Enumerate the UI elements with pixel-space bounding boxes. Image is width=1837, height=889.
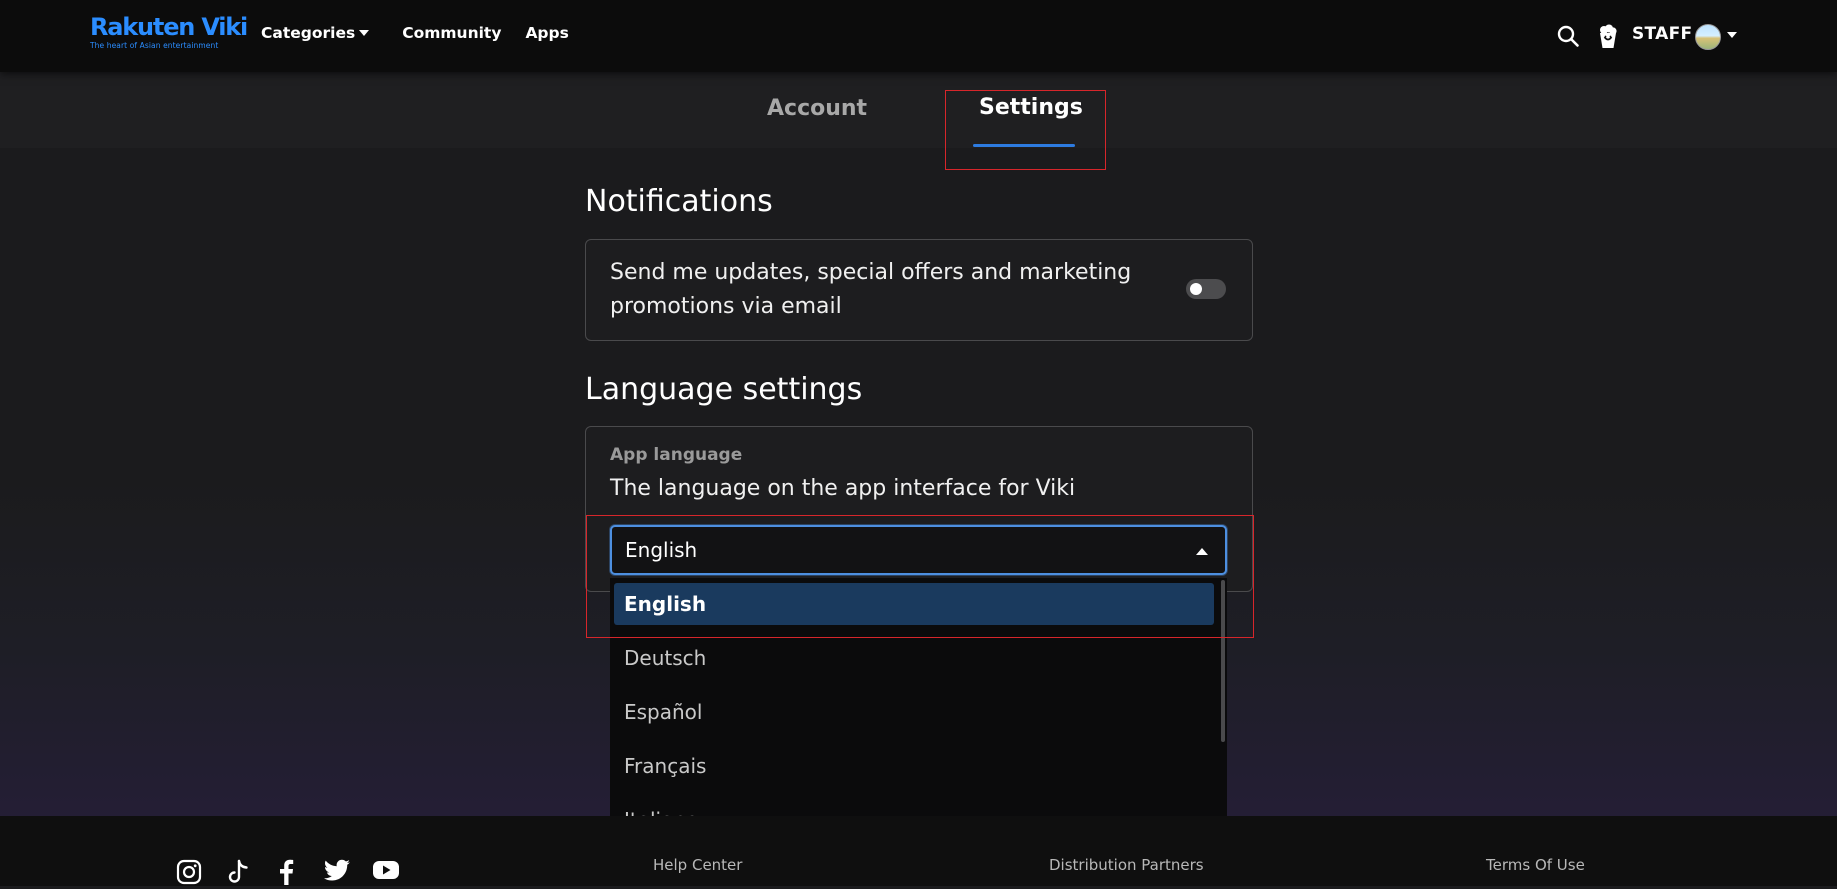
language-option-english[interactable]: English bbox=[614, 583, 1214, 625]
email-updates-label: Send me updates, special offers and mark… bbox=[610, 260, 1132, 319]
nav-community[interactable]: Community bbox=[402, 24, 501, 42]
tab-settings[interactable]: Settings bbox=[979, 95, 1083, 120]
logo-tagline: The heart of Asian entertainment bbox=[90, 41, 219, 50]
app-language-select[interactable]: English bbox=[610, 525, 1227, 575]
nav-categories[interactable]: Categories bbox=[261, 24, 370, 42]
main-nav: Categories Community Apps bbox=[261, 24, 569, 42]
toggle-knob bbox=[1190, 283, 1202, 295]
nav-categories-label: Categories bbox=[261, 24, 356, 42]
dropdown-scrollbar[interactable] bbox=[1221, 580, 1225, 742]
app-language-dropdown: English Deutsch Español Français Italian… bbox=[610, 578, 1227, 816]
chevron-up-icon bbox=[1196, 548, 1208, 555]
app-language-selected-value: English bbox=[625, 538, 698, 562]
app-language-label: App language bbox=[610, 445, 743, 465]
footer: Help Center Distribution Partners Terms … bbox=[0, 816, 1837, 886]
search-icon[interactable] bbox=[1556, 24, 1580, 52]
footer-link-distribution-partners[interactable]: Distribution Partners bbox=[1049, 856, 1204, 874]
app-language-description: The language on the app interface for Vi… bbox=[610, 476, 1076, 501]
language-option-italiano[interactable]: Italiano bbox=[614, 799, 1214, 816]
chevron-down-icon bbox=[359, 30, 370, 36]
popcorn-icon[interactable] bbox=[1597, 24, 1619, 54]
email-updates-toggle[interactable] bbox=[1186, 279, 1226, 299]
logo-wordmark: Rakuten Viki bbox=[90, 13, 248, 41]
rakuten-viki-logo[interactable]: Rakuten Viki The heart of Asian entertai… bbox=[90, 13, 248, 51]
notifications-card: Send me updates, special offers and mark… bbox=[585, 239, 1253, 341]
active-tab-indicator bbox=[973, 144, 1075, 147]
nav-apps-label: Apps bbox=[525, 24, 569, 42]
footer-link-help-center[interactable]: Help Center bbox=[653, 856, 742, 874]
top-navigation-bar: Rakuten Viki The heart of Asian entertai… bbox=[0, 0, 1837, 72]
tab-account[interactable]: Account bbox=[767, 96, 867, 121]
language-settings-heading: Language settings bbox=[585, 372, 863, 407]
language-option-deutsch[interactable]: Deutsch bbox=[614, 637, 1214, 679]
nav-community-label: Community bbox=[402, 24, 502, 42]
language-option-espanol[interactable]: Español bbox=[614, 691, 1214, 733]
language-option-francais[interactable]: Français bbox=[614, 745, 1214, 787]
footer-link-terms-of-use[interactable]: Terms Of Use bbox=[1486, 856, 1585, 874]
tiktok-icon[interactable] bbox=[227, 859, 251, 889]
youtube-icon[interactable] bbox=[372, 859, 400, 885]
facebook-icon[interactable] bbox=[278, 859, 294, 889]
notifications-heading: Notifications bbox=[585, 184, 773, 219]
avatar[interactable] bbox=[1695, 24, 1721, 50]
settings-tabs: Account Settings bbox=[0, 72, 1837, 148]
chevron-down-icon[interactable] bbox=[1727, 32, 1737, 38]
twitter-icon[interactable] bbox=[323, 859, 351, 887]
nav-apps[interactable]: Apps bbox=[525, 24, 568, 42]
instagram-icon[interactable] bbox=[176, 859, 202, 889]
user-name-label[interactable]: STAFF bbox=[1632, 24, 1692, 44]
